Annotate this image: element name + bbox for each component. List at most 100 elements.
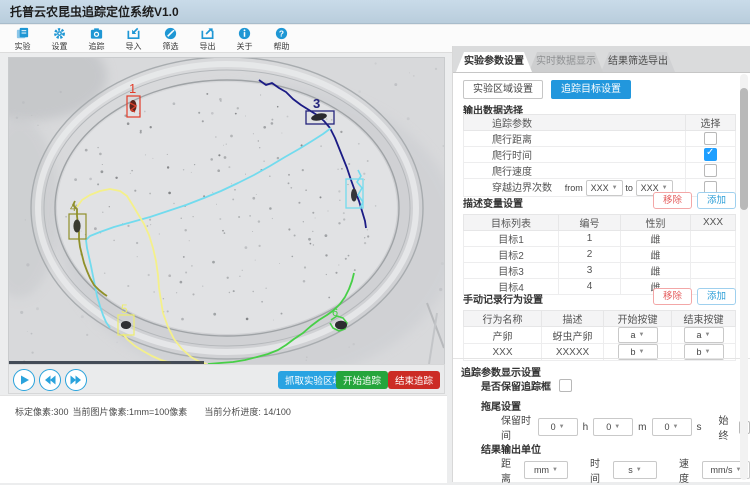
tab-result-export[interactable]: 结果筛选导出: [601, 52, 675, 72]
units-title: 结果输出单位: [481, 441, 541, 456]
settings-panel: 实验参数设置 实时数据显示 结果筛选导出 实验区域设置 追踪目标设置 输出数据选…: [452, 46, 750, 482]
time-unit-select[interactable]: s▼: [613, 461, 657, 479]
section-divider: [453, 358, 750, 359]
toolbar-label: 关于: [237, 42, 253, 51]
param-checkbox[interactable]: [704, 132, 717, 145]
hours-unit: h: [583, 422, 589, 433]
toolbar-help[interactable]: ? 帮助: [263, 26, 300, 52]
about-icon: [237, 26, 252, 41]
chevron-down-icon: ▼: [639, 332, 645, 338]
cell: 雌: [621, 247, 691, 263]
col-header: 结束按键: [672, 311, 736, 327]
video-frame[interactable]: 1 3 4 5 6: [8, 57, 445, 365]
time-label: 时间: [590, 455, 607, 485]
cell: [691, 263, 736, 279]
distance-unit-select[interactable]: mm▼: [524, 461, 568, 479]
calibration-pixels: 标定像素:300: [15, 405, 69, 418]
toolbar-settings[interactable]: 设置: [41, 26, 78, 52]
toolbar-label: 实验: [15, 42, 31, 51]
video-controls: 抓取实验区域 开始追踪 结束追踪: [8, 364, 445, 394]
tab-strip: 实验参数设置 实时数据显示 结果筛选导出: [453, 46, 750, 73]
image-scale: 当前图片像素:1mm=100像素: [73, 405, 188, 418]
col-header: 性别: [621, 215, 691, 231]
add-behavior-button[interactable]: 添加: [697, 288, 736, 305]
minutes-select[interactable]: 0▼: [593, 418, 633, 436]
stop-tracking-button[interactable]: 结束追踪: [388, 371, 440, 389]
hours-select[interactable]: 0▼: [538, 418, 578, 436]
remove-variable-button[interactable]: 移除: [653, 192, 692, 209]
start-tracking-button[interactable]: 开始追踪: [336, 371, 388, 389]
track-icon: [89, 26, 104, 41]
param-label: 爬行速度: [464, 163, 686, 179]
subtab-group: 实验区域设置 追踪目标设置: [463, 80, 631, 99]
variables-section-title: 描述变量设置: [463, 195, 523, 210]
chevron-down-icon: ▼: [662, 185, 668, 191]
toolbar-import[interactable]: 导入: [115, 26, 152, 52]
export-icon: [200, 26, 215, 41]
play-button[interactable]: [13, 369, 35, 391]
cell: 产卵: [464, 327, 542, 344]
experiment-icon: [15, 26, 30, 41]
subtab-region-setting[interactable]: 实验区域设置: [463, 80, 543, 99]
from-select[interactable]: XXX▼: [586, 180, 623, 196]
minutes-unit: m: [638, 422, 646, 433]
toolbar-export[interactable]: 导出: [189, 26, 226, 52]
behaviors-table: 行为名称 描述 开始按键 结束按键 产卵 蚜虫产卵 a▼ a▼ XXX XXXX…: [463, 310, 736, 361]
fast-forward-icon: [70, 374, 82, 386]
settings-icon: [52, 26, 67, 41]
trail-settings-title: 拖尾设置: [481, 398, 521, 413]
fast-forward-button[interactable]: [65, 369, 87, 391]
chevron-down-icon: ▼: [705, 332, 711, 338]
remove-behavior-button[interactable]: 移除: [653, 288, 692, 305]
tab-experiment-params[interactable]: 实验参数设置: [456, 52, 532, 72]
toolbar-about[interactable]: 关于: [226, 26, 263, 52]
cell: 1: [559, 231, 621, 247]
toolbar-label: 筛选: [163, 42, 179, 51]
col-header: 编号: [559, 215, 621, 231]
status-bar: 标定像素:300 当前图片像素:1mm=100像素 当前分析进度: 14/100: [0, 395, 447, 483]
cell: 雌: [621, 231, 691, 247]
cell: 3: [559, 263, 621, 279]
col-header: 目标列表: [464, 215, 559, 231]
help-icon: ?: [274, 26, 289, 41]
behaviors-section-title: 手动记录行为设置: [463, 291, 543, 306]
toolbar-label: 帮助: [274, 42, 290, 51]
to-label: to: [625, 183, 633, 193]
end-key-select[interactable]: a▼: [684, 327, 724, 343]
cell: [691, 231, 736, 247]
insect: [121, 321, 131, 329]
always-label: 始终: [719, 412, 735, 442]
petri-dish-view: 1 3 4 5 6: [9, 58, 444, 364]
chevron-down-icon: ▼: [639, 349, 645, 355]
keep-box-checkbox[interactable]: [559, 379, 572, 392]
marker-label-5: 5: [121, 302, 128, 316]
cell: 2: [559, 247, 621, 263]
app-window: 托普云农昆虫追踪定位系统V1.0 实验 设置 追踪 导入 筛选 导出 关于: [0, 0, 750, 482]
chevron-down-icon: ▼: [673, 424, 679, 430]
table-row: 目标22雌: [464, 247, 736, 263]
chevron-down-icon: ▼: [552, 467, 558, 473]
toolbar-filter[interactable]: 筛选: [152, 26, 189, 52]
scrollbar-thumb[interactable]: [740, 88, 748, 210]
play-icon: [18, 374, 30, 386]
cell: 雌: [621, 263, 691, 279]
rewind-button[interactable]: [39, 369, 61, 391]
insect: [335, 321, 347, 330]
toolbar-experiment[interactable]: 实验: [4, 26, 41, 52]
toolbar-track[interactable]: 追踪: [78, 26, 115, 52]
param-checkbox[interactable]: [704, 148, 717, 161]
seconds-unit: s: [697, 422, 702, 433]
subtab-target-setting[interactable]: 追踪目标设置: [551, 80, 631, 99]
add-variable-button[interactable]: 添加: [697, 192, 736, 209]
param-checkbox[interactable]: [704, 164, 717, 177]
param-label: 爬行时间: [464, 147, 686, 163]
seconds-select[interactable]: 0▼: [652, 418, 692, 436]
panel-scrollbar[interactable]: [740, 74, 748, 480]
marker-label-3: 3: [313, 96, 320, 111]
toolbar-label: 导入: [126, 42, 142, 51]
tab-realtime-data[interactable]: 实时数据显示: [529, 52, 603, 72]
from-label: from: [565, 183, 583, 193]
start-key-select[interactable]: a▼: [618, 327, 658, 343]
analysis-progress-value: 14/100: [263, 407, 291, 417]
col-header: 描述: [542, 311, 604, 327]
